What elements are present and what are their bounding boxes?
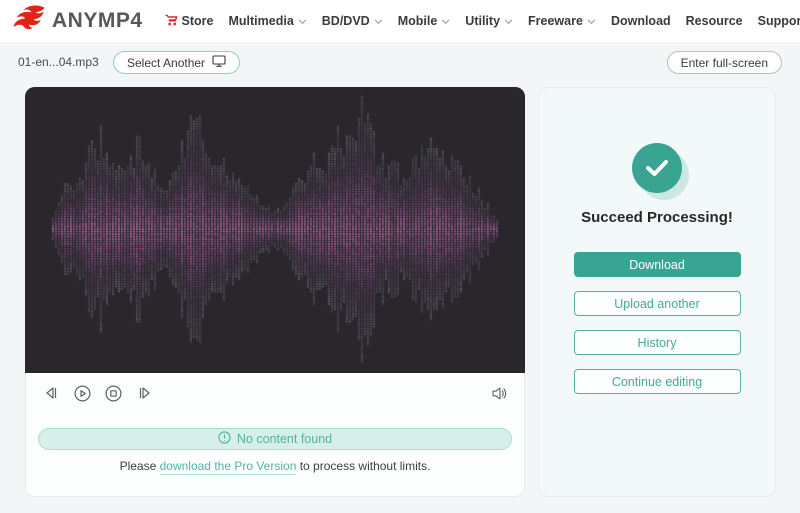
enter-fullscreen-button[interactable]: Enter full-screen [666,51,782,74]
fast-forward-button[interactable] [135,384,153,402]
chevron-down-icon [504,14,513,28]
nav-item-download[interactable]: Download [611,14,671,28]
nav-item-utility[interactable]: Utility [465,14,513,28]
rewind-button[interactable] [42,384,60,402]
banner-text: No content found [236,432,333,446]
logo-text: ANYMP4 [52,9,143,32]
toolbar: 01-en...04.mp3 Select Another Enter full… [0,50,800,76]
success-check-icon [632,143,682,193]
info-icon [218,431,231,447]
stop-icon [104,384,122,402]
cart-icon [165,14,178,29]
chevron-down-icon [298,14,307,28]
pro-version-link[interactable]: download the Pro Version [159,459,297,475]
header: ANYMP4 Store Multimedia BD/DVD Mobile Ut… [0,0,800,42]
chevron-down-icon [441,14,450,28]
volume-button[interactable] [490,384,508,402]
nav-item-multimedia[interactable]: Multimedia [228,14,307,28]
nav-item-support[interactable]: Support [758,14,800,28]
no-content-banner: No content found [38,428,512,450]
upload-another-button[interactable]: Upload another [573,291,741,316]
main-nav: Store Multimedia BD/DVD Mobile Utility F… [165,14,800,29]
waveform-canvas[interactable] [25,87,525,373]
monitor-icon [212,55,226,70]
play-button[interactable] [73,384,91,402]
flame-logo-icon [12,5,46,37]
nav-item-freeware[interactable]: Freeware [528,14,596,28]
pro-version-note: Please download the Pro Version to proce… [119,459,431,475]
play-icon [73,384,91,402]
waveform-panel [25,87,525,373]
download-button[interactable]: Download [573,252,741,277]
fast-forward-icon [139,387,150,399]
select-another-button[interactable]: Select Another [113,51,241,74]
rewind-icon [45,387,56,399]
result-buttons: Download Upload another History Continue… [573,252,741,394]
volume-icon [491,386,506,400]
player-card: No content found Please download the Pro… [25,87,525,497]
stop-button[interactable] [104,384,122,402]
chevron-down-icon [587,14,596,28]
history-button[interactable]: History [573,330,741,355]
result-title: Succeed Processing! [581,209,733,226]
nav-item-bddvd[interactable]: BD/DVD [322,14,383,28]
continue-editing-button[interactable]: Continue editing [573,369,741,394]
chevron-down-icon [374,14,383,28]
nav-item-store[interactable]: Store [165,14,213,29]
current-filename: 01-en...04.mp3 [18,55,99,69]
result-card: Succeed Processing! Download Upload anot… [538,87,776,497]
nav-item-mobile[interactable]: Mobile [398,14,451,28]
nav-item-resource[interactable]: Resource [686,14,743,28]
anymp4-logo[interactable]: ANYMP4 [12,5,143,37]
player-controls [26,374,524,412]
